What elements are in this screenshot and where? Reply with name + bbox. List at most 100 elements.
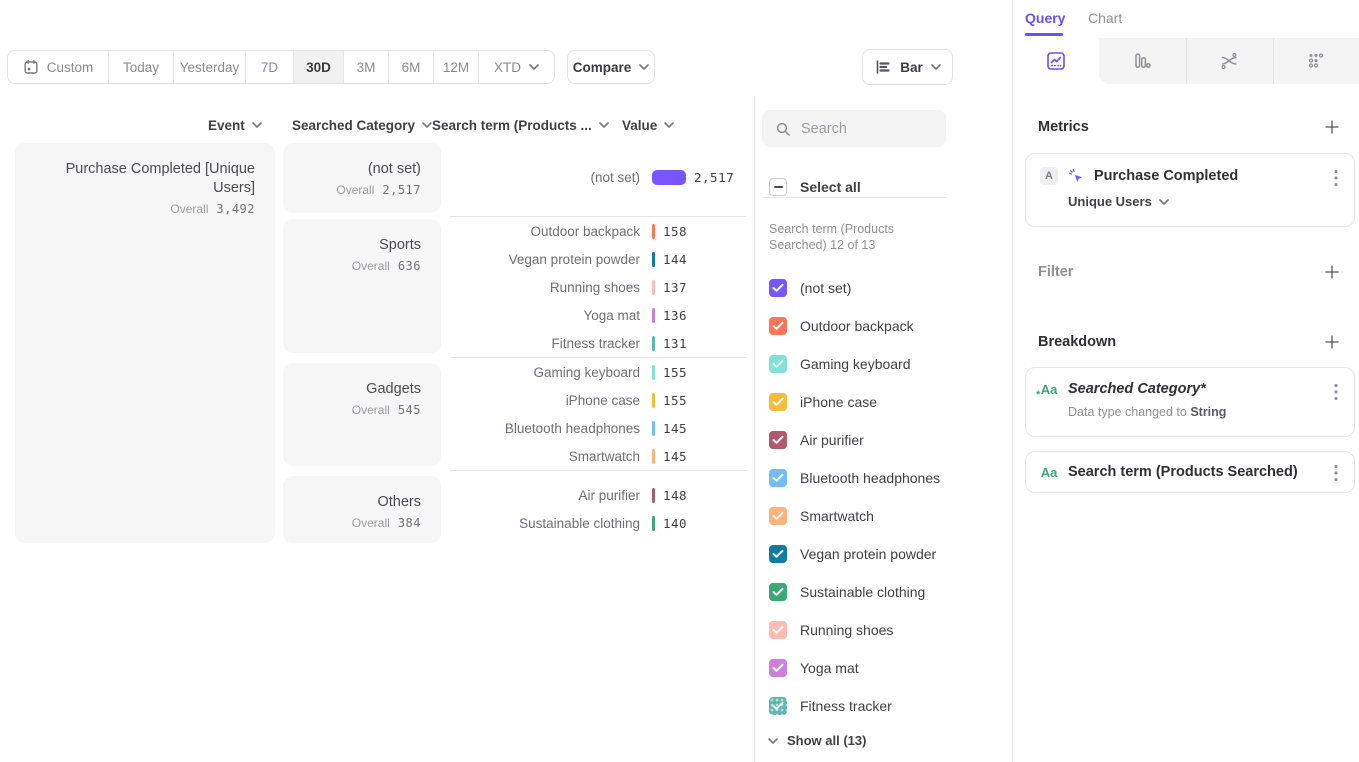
chart-type-label: Bar [900, 60, 923, 75]
column-header-label: Value [622, 118, 657, 133]
breakdown-heading: Breakdown [1038, 334, 1116, 350]
check-icon [772, 701, 784, 711]
filter-item-sustainable-clothing[interactable]: Sustainable clothing [769, 580, 925, 604]
kebab-menu-icon[interactable] [1330, 169, 1342, 187]
filter-item-outdoor-backpack[interactable]: Outdoor backpack [769, 314, 914, 338]
value-bar[interactable] [652, 365, 655, 380]
value-bar[interactable] [652, 280, 655, 295]
value-bar[interactable] [652, 308, 655, 323]
column-header-event[interactable]: Event [208, 117, 262, 133]
category-card-others[interactable]: Others Overall384 [283, 476, 441, 543]
column-header-value[interactable]: Value [622, 117, 674, 133]
report-tab-flows[interactable] [1186, 38, 1272, 84]
breakdown-card-searched-category[interactable]: Aa* Searched Category* Data type changed… [1025, 367, 1355, 437]
active-tab-underline [1025, 33, 1063, 36]
value-label: 145 [663, 421, 687, 436]
value-bar[interactable] [652, 488, 655, 503]
filter-item-yoga-mat[interactable]: Yoga mat [769, 656, 859, 680]
checkbox[interactable] [769, 545, 787, 563]
checkbox[interactable] [769, 621, 787, 639]
select-all-row[interactable]: Select all [769, 175, 861, 199]
category-card-gadgets[interactable]: Gadgets Overall545 [283, 363, 441, 466]
overall-value: 2,517 [382, 183, 421, 197]
report-tab-retention[interactable] [1273, 38, 1359, 84]
event-overall: Overall3,492 [27, 202, 255, 216]
date-range-button-today[interactable]: Today [109, 51, 174, 83]
show-all-button[interactable]: Show all (13) [768, 733, 866, 748]
add-metric-button[interactable] [1324, 119, 1340, 135]
value-bar[interactable] [652, 421, 655, 436]
checkbox[interactable] [769, 659, 787, 677]
value-bar[interactable] [652, 393, 655, 408]
tab-divider [1186, 38, 1187, 84]
date-range-button-30d[interactable]: 30D [294, 51, 344, 83]
check-icon [772, 359, 784, 369]
add-breakdown-button[interactable] [1324, 334, 1340, 350]
checkbox[interactable] [769, 469, 787, 487]
checkbox[interactable] [769, 507, 787, 525]
checkbox[interactable] [769, 317, 787, 335]
chart-row: Fitness tracker 131 [450, 329, 750, 357]
kebab-menu-icon[interactable] [1330, 383, 1342, 401]
breakdown-note: Data type changed to String [1068, 405, 1354, 419]
value-bar[interactable] [652, 516, 655, 531]
filter-item-gaming-keyboard[interactable]: Gaming keyboard [769, 352, 911, 376]
select-all-checkbox[interactable] [769, 178, 787, 196]
event-card[interactable]: Purchase Completed [Unique Users] Overal… [15, 143, 275, 543]
category-card-not-set[interactable]: (not set) Overall2,517 [283, 143, 441, 213]
date-range-button-3m[interactable]: 3M [344, 51, 389, 83]
filter-item-iphone-case[interactable]: iPhone case [769, 390, 877, 414]
filter-item-fitness-tracker[interactable]: Fitness tracker [769, 694, 892, 718]
date-range-button-yesterday[interactable]: Yesterday [174, 51, 246, 83]
checkbox[interactable] [769, 355, 787, 373]
kebab-menu-icon[interactable] [1330, 464, 1342, 482]
value-label: 136 [663, 308, 687, 323]
filter-item-label: (not set) [800, 280, 851, 296]
breakdown-card-search-term[interactable]: Aa Search term (Products Searched) [1025, 451, 1355, 493]
date-range-button-xtd[interactable]: XTD [479, 51, 554, 83]
tab-query[interactable]: Query [1025, 10, 1065, 26]
checkbox[interactable] [769, 431, 787, 449]
date-range-button-7d[interactable]: 7D [246, 51, 294, 83]
date-range-button-12m[interactable]: 12M [434, 51, 479, 83]
category-card-sports[interactable]: Sports Overall636 [283, 219, 441, 353]
checkbox[interactable] [769, 393, 787, 411]
search-input[interactable] [801, 121, 931, 137]
check-icon [772, 587, 784, 597]
value-bar[interactable] [652, 252, 655, 267]
value-bar[interactable] [652, 336, 655, 351]
checkbox[interactable] [769, 583, 787, 601]
indeterminate-dash-icon [774, 186, 783, 188]
filter-item-not-set[interactable]: (not set) [769, 276, 851, 300]
add-filter-button[interactable] [1324, 264, 1340, 280]
report-tab-insights[interactable] [1013, 38, 1099, 84]
filter-item-vegan-protein-powder[interactable]: Vegan protein powder [769, 542, 936, 566]
legend-divider [762, 197, 946, 198]
check-icon [772, 435, 784, 445]
checkbox[interactable] [769, 697, 787, 715]
column-header-search-term[interactable]: Search term (Products ... [432, 117, 609, 133]
metric-card[interactable]: A Purchase Completed Unique Users [1025, 153, 1355, 227]
category-name: Sports [295, 236, 421, 255]
checkbox[interactable] [769, 279, 787, 297]
filter-item-bluetooth-headphones[interactable]: Bluetooth headphones [769, 466, 940, 490]
note-text: Data type changed to [1068, 405, 1190, 419]
tab-chart[interactable]: Chart [1088, 10, 1122, 26]
value-bar[interactable] [652, 170, 686, 185]
value-label: 140 [663, 516, 687, 531]
value-bar[interactable] [652, 449, 655, 464]
filter-item-smartwatch[interactable]: Smartwatch [769, 504, 874, 528]
date-range-button-custom[interactable]: Custom [8, 51, 109, 83]
report-tab-funnels[interactable] [1099, 38, 1185, 84]
modified-asterisk: * [1036, 389, 1040, 401]
chart-type-select[interactable]: Bar [862, 49, 953, 85]
compare-button[interactable]: Compare [567, 50, 655, 84]
measure-select[interactable]: Unique Users [1068, 194, 1354, 209]
value-bar[interactable] [652, 224, 655, 239]
date-range-button-6m[interactable]: 6M [389, 51, 434, 83]
column-header-searched-category[interactable]: Searched Category [292, 117, 432, 133]
sidebar-divider [1012, 0, 1013, 762]
filter-item-running-shoes[interactable]: Running shoes [769, 618, 893, 642]
check-icon [772, 283, 784, 293]
filter-item-air-purifier[interactable]: Air purifier [769, 428, 864, 452]
